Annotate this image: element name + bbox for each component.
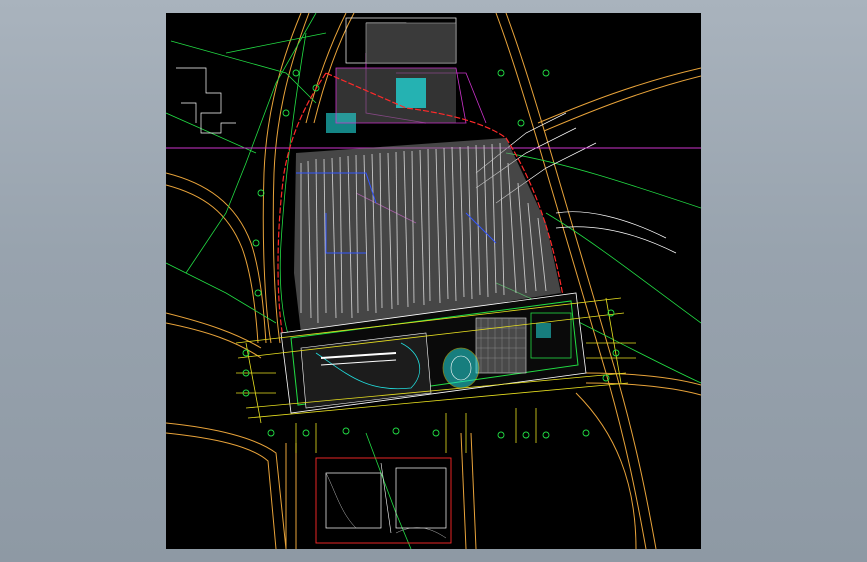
- cad-drawing-frame[interactable]: [166, 13, 701, 549]
- site-plan-drawing: [166, 13, 701, 549]
- viewer-viewport: [0, 0, 867, 562]
